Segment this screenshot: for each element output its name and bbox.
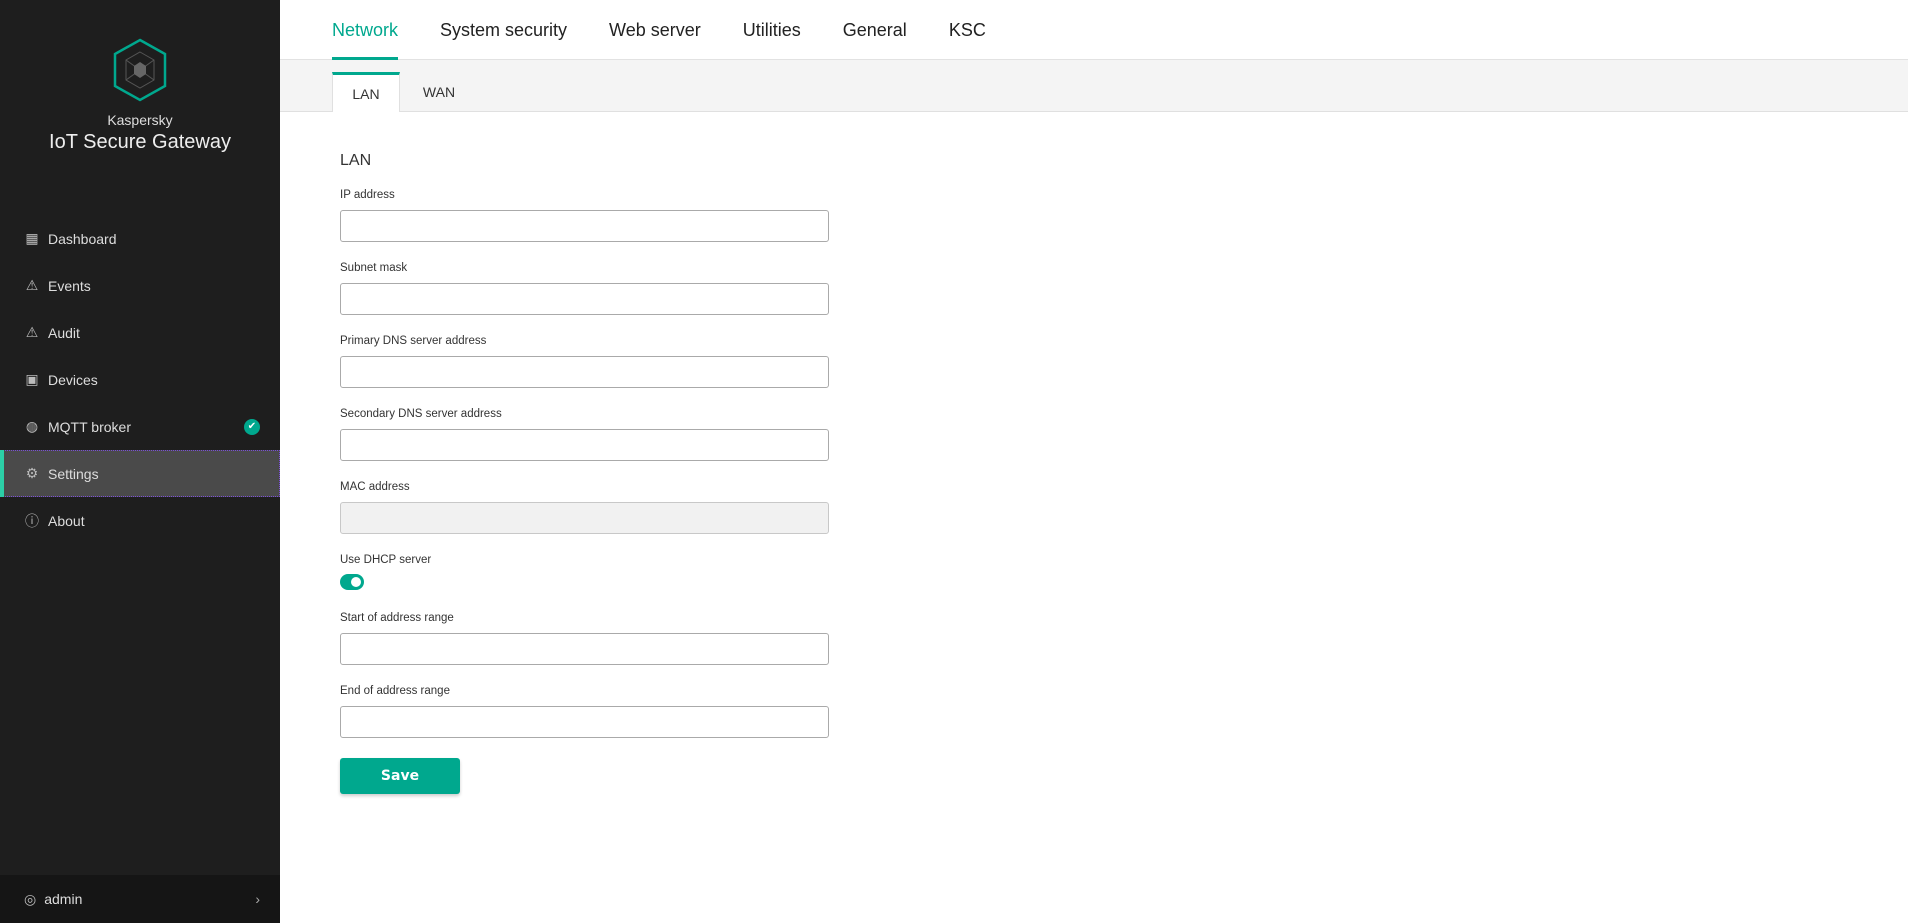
sidebar-item-label: Settings bbox=[48, 465, 99, 482]
sidebar-item-about[interactable]: ⓘ About bbox=[0, 497, 280, 544]
status-ok-icon: ✔ bbox=[244, 418, 260, 435]
devices-icon: ▣ bbox=[25, 371, 39, 387]
tab-system-security[interactable]: System security bbox=[440, 0, 567, 60]
settings-tabs: Network System security Web server Utili… bbox=[280, 0, 1908, 60]
subtab-wan[interactable]: WAN bbox=[400, 72, 478, 111]
user-icon: ◎ bbox=[24, 890, 37, 907]
sidebar-item-label: Events bbox=[48, 277, 91, 294]
subnet-mask-label: Subnet mask bbox=[340, 262, 408, 274]
dhcp-label: Use DHCP server bbox=[340, 554, 432, 566]
username: admin bbox=[44, 891, 83, 907]
subtab-lan[interactable]: LAN bbox=[332, 72, 400, 112]
mac-address-input bbox=[340, 502, 829, 534]
range-end-input[interactable] bbox=[340, 706, 829, 738]
tab-network[interactable]: Network bbox=[332, 0, 399, 60]
sidebar-item-audit[interactable]: ⚠ Audit bbox=[0, 309, 280, 356]
tab-general[interactable]: General bbox=[843, 0, 907, 60]
warning-icon: ⚠ bbox=[25, 277, 39, 293]
user-menu[interactable]: ◎ admin › bbox=[0, 875, 280, 923]
secondary-dns-input[interactable] bbox=[340, 429, 829, 461]
sidebar-item-dashboard[interactable]: ▦ Dashboard bbox=[0, 215, 280, 262]
subnet-mask-input[interactable] bbox=[340, 283, 829, 315]
tab-ksc[interactable]: KSC bbox=[949, 0, 986, 60]
ip-address-label: IP address bbox=[340, 189, 395, 201]
secondary-dns-label: Secondary DNS server address bbox=[340, 408, 502, 420]
dashboard-icon: ▦ bbox=[25, 230, 39, 246]
sidebar: Kaspersky IoT Secure Gateway ▦ Dashboard … bbox=[0, 0, 280, 923]
chevron-right-icon: › bbox=[255, 891, 260, 907]
range-end-label: End of address range bbox=[340, 685, 450, 697]
sidebar-item-events[interactable]: ⚠ Events bbox=[0, 262, 280, 309]
tab-web-server[interactable]: Web server bbox=[609, 0, 701, 60]
brand-company: Kaspersky bbox=[107, 112, 173, 128]
globe-icon: ◍ bbox=[25, 418, 39, 434]
sidebar-item-mqtt-broker[interactable]: ◍ MQTT broker ✔ bbox=[0, 403, 280, 450]
sidebar-item-label: About bbox=[48, 512, 85, 529]
sidebar-item-label: Audit bbox=[48, 324, 80, 341]
sidebar-item-label: MQTT broker bbox=[48, 418, 131, 435]
audit-icon: ⚠ bbox=[25, 324, 39, 340]
network-subtabs: LAN WAN bbox=[280, 60, 1908, 112]
dhcp-toggle[interactable] bbox=[340, 574, 364, 590]
mac-address-label: MAC address bbox=[340, 481, 410, 493]
gear-icon: ⚙ bbox=[25, 465, 39, 481]
ip-address-input[interactable] bbox=[340, 210, 829, 242]
sidebar-nav: ▦ Dashboard ⚠ Events ⚠ Audit ▣ Devices ◍ MQTT… bbox=[0, 215, 280, 544]
brand-product: IoT Secure Gateway bbox=[49, 131, 231, 153]
sidebar-item-settings[interactable]: ⚙ Settings bbox=[0, 450, 280, 497]
tab-utilities[interactable]: Utilities bbox=[743, 0, 801, 60]
kaspersky-logo bbox=[113, 38, 167, 102]
sidebar-item-label: Devices bbox=[48, 371, 98, 388]
section-heading: LAN bbox=[340, 152, 372, 169]
info-icon: ⓘ bbox=[25, 512, 39, 529]
sidebar-item-devices[interactable]: ▣ Devices bbox=[0, 356, 280, 403]
primary-dns-input[interactable] bbox=[340, 356, 829, 388]
sidebar-item-label: Dashboard bbox=[48, 230, 117, 247]
range-start-label: Start of address range bbox=[340, 612, 454, 624]
lan-form: LAN IP address Subnet mask Primary DNS s… bbox=[340, 152, 829, 794]
primary-dns-label: Primary DNS server address bbox=[340, 335, 487, 347]
save-button[interactable]: Save bbox=[340, 758, 460, 794]
range-start-input[interactable] bbox=[340, 633, 829, 665]
